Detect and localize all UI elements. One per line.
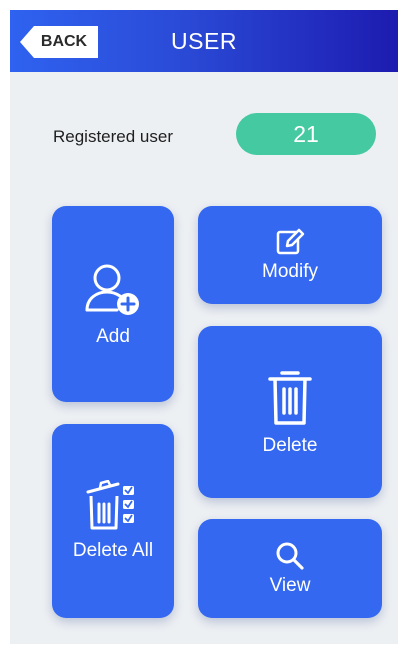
page-title: USER <box>171 27 237 54</box>
edit-icon <box>276 228 305 255</box>
delete-label: Delete <box>262 435 318 456</box>
add-label: Add <box>96 326 130 347</box>
registered-user-count: 21 <box>236 113 376 155</box>
modify-user-button[interactable]: Modify <box>198 206 382 304</box>
main-content: Registered user 21 Add Modify Delete Del… <box>10 72 398 644</box>
trash-icon <box>268 371 312 425</box>
view-label: View <box>269 574 311 596</box>
view-user-button[interactable]: View <box>198 519 382 618</box>
modify-label: Modify <box>262 261 318 282</box>
delete-all-label: Delete All <box>72 540 154 561</box>
registered-user-label: Registered user <box>53 127 174 146</box>
delete-all-button[interactable]: Delete All <box>52 424 174 618</box>
trash-checklist-icon <box>86 480 134 530</box>
add-user-button[interactable]: Add <box>52 206 174 402</box>
app-header: BACK USER <box>10 10 398 72</box>
delete-user-button[interactable]: Delete <box>198 326 382 498</box>
search-icon <box>276 542 304 570</box>
add-user-icon <box>85 264 139 315</box>
